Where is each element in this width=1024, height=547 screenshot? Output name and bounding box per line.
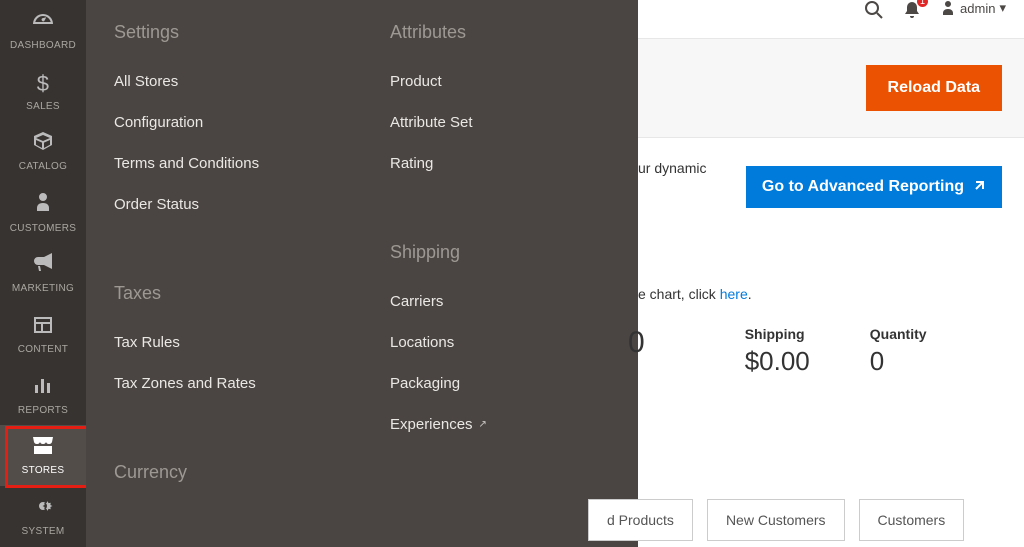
chart-here-link[interactable]: here [720, 286, 748, 302]
configuration-link[interactable]: Configuration [114, 102, 334, 143]
dashboard-content: 1 admin ▾ Reload Data ur dynamic Go to A… [638, 0, 1024, 547]
nav-label: CATALOG [19, 161, 67, 172]
product-attr-link[interactable]: Product [390, 61, 610, 102]
nav-label: CONTENT [18, 344, 68, 355]
nav-customers[interactable]: CUSTOMERS [0, 182, 86, 243]
nav-label: REPORTS [18, 405, 68, 416]
flyout-col-right: Attributes Product Attribute Set Rating … [362, 0, 638, 547]
layout-icon [33, 314, 53, 340]
advanced-reporting-button[interactable]: Go to Advanced Reporting [746, 166, 1002, 208]
flyout-col-left: Settings All Stores Configuration Terms … [86, 0, 362, 547]
carriers-link[interactable]: Carriers [390, 281, 610, 322]
page-header: Reload Data [638, 38, 1024, 138]
tax-rules-link[interactable]: Tax Rules [114, 322, 334, 363]
stats-row: 0 Shipping $0.00 Quantity 0 [638, 326, 1024, 377]
stat-zero: 0 [628, 326, 645, 360]
reload-data-button[interactable]: Reload Data [866, 65, 1002, 111]
nav-label: SYSTEM [22, 526, 65, 537]
nav-label: DASHBOARD [10, 40, 76, 51]
shipping-label: Shipping [745, 326, 810, 342]
taxes-heading: Taxes [114, 283, 334, 304]
dashboard-tabs: d Products New Customers Customers [638, 499, 964, 541]
nav-label: SALES [26, 101, 60, 112]
currency-heading: Currency [114, 462, 334, 483]
attributes-heading: Attributes [390, 22, 610, 43]
box-icon [32, 131, 54, 157]
nav-content[interactable]: CONTENT [0, 304, 86, 365]
rating-link[interactable]: Rating [390, 143, 610, 184]
quantity-label: Quantity [870, 326, 927, 342]
external-icon: ↗ [479, 419, 487, 430]
chart-period: . [748, 286, 752, 302]
packaging-link[interactable]: Packaging [390, 363, 610, 404]
admin-topbar: 1 admin ▾ [638, 0, 1024, 26]
nav-dashboard[interactable]: DASHBOARD [0, 0, 86, 61]
bars-icon [33, 375, 53, 401]
store-icon [31, 435, 55, 461]
tax-zones-link[interactable]: Tax Zones and Rates [114, 363, 334, 404]
settings-heading: Settings [114, 22, 334, 43]
megaphone-icon [32, 253, 54, 279]
chart-text-fragment: e chart, click [638, 286, 720, 302]
admin-leftnav: DASHBOARD $ SALES CATALOG CUSTOMERS MARK… [0, 0, 86, 547]
chevron-down-icon: ▾ [999, 0, 1006, 16]
terms-link[interactable]: Terms and Conditions [114, 143, 334, 184]
locations-link[interactable]: Locations [390, 322, 610, 363]
tab-new-customers[interactable]: New Customers [707, 499, 845, 541]
all-stores-link[interactable]: All Stores [114, 61, 334, 102]
nav-catalog[interactable]: CATALOG [0, 122, 86, 183]
tab-customers[interactable]: Customers [859, 499, 965, 541]
nav-label: STORES [22, 465, 65, 476]
advanced-reporting-label: Go to Advanced Reporting [762, 178, 964, 196]
admin-account-menu[interactable]: admin ▾ [940, 0, 1006, 16]
stores-flyout: Settings All Stores Configuration Terms … [86, 0, 638, 547]
experiences-link[interactable]: Experiences ↗ [390, 404, 610, 445]
shipping-value: $0.00 [745, 346, 810, 377]
tab-products[interactable]: d Products [588, 499, 693, 541]
shipping-heading: Shipping [390, 242, 610, 263]
nav-label: MARKETING [12, 283, 74, 294]
chart-hint-row: e chart, click here. [638, 208, 1024, 302]
quantity-value: 0 [870, 346, 927, 377]
nav-stores[interactable]: STORES [0, 425, 86, 486]
user-icon [940, 0, 956, 16]
advanced-text-fragment: ur dynamic [638, 160, 706, 176]
nav-reports[interactable]: REPORTS [0, 365, 86, 426]
gear-icon [33, 496, 53, 522]
external-link-icon [972, 179, 986, 196]
admin-username: admin [960, 1, 995, 16]
gauge-icon [31, 10, 55, 36]
experiences-label: Experiences [390, 416, 473, 433]
person-icon [35, 191, 51, 219]
nav-label: CUSTOMERS [10, 223, 76, 234]
nav-marketing[interactable]: MARKETING [0, 243, 86, 304]
advanced-reporting-row: ur dynamic Go to Advanced Reporting [638, 138, 1024, 176]
notifications-icon[interactable]: 1 [902, 0, 922, 26]
order-status-link[interactable]: Order Status [114, 184, 334, 225]
attribute-set-link[interactable]: Attribute Set [390, 102, 610, 143]
search-icon[interactable] [864, 0, 884, 26]
nav-sales[interactable]: $ SALES [0, 61, 86, 122]
notification-badge: 1 [917, 0, 928, 7]
dollar-icon: $ [37, 71, 50, 97]
nav-system[interactable]: SYSTEM [0, 486, 86, 547]
